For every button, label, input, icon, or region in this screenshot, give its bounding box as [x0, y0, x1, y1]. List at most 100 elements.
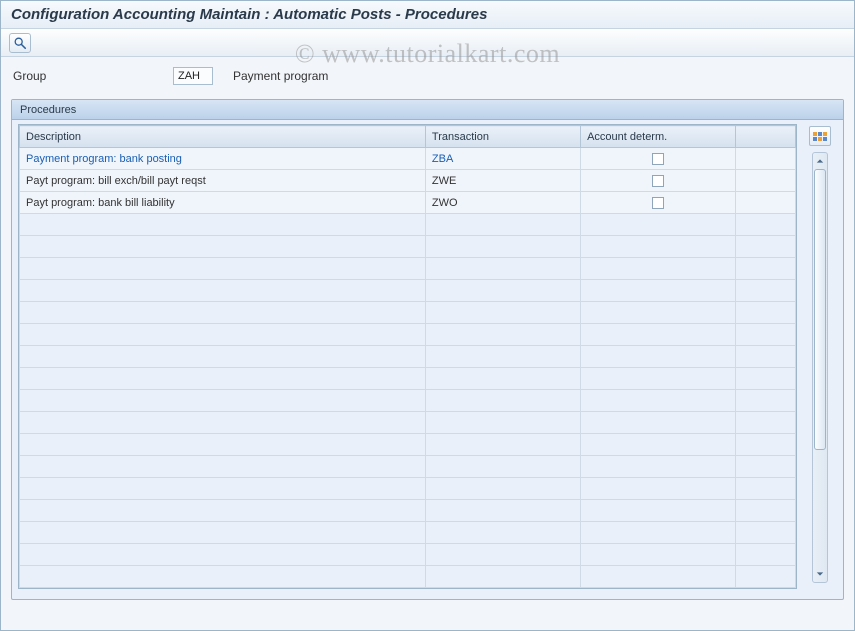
cell-empty [425, 346, 580, 368]
table-settings-button[interactable] [809, 126, 831, 146]
cell-empty [425, 214, 580, 236]
table-row[interactable] [20, 544, 796, 566]
cell-description[interactable]: Payment program: bank posting [20, 148, 426, 170]
col-blank [736, 126, 796, 148]
cell-empty [736, 390, 796, 412]
table-row[interactable] [20, 324, 796, 346]
cell-empty [736, 368, 796, 390]
cell-empty [425, 544, 580, 566]
cell-empty [581, 434, 736, 456]
cell-empty [425, 566, 580, 588]
cell-empty [736, 214, 796, 236]
cell-empty [20, 302, 426, 324]
scroll-thumb[interactable] [814, 169, 826, 450]
cell-empty [581, 390, 736, 412]
table-row[interactable] [20, 236, 796, 258]
search-button[interactable] [9, 33, 31, 53]
cell-empty [736, 478, 796, 500]
group-label: Group [13, 69, 173, 83]
table-row[interactable] [20, 434, 796, 456]
cell-transaction[interactable]: ZWE [425, 170, 580, 192]
cell-empty [20, 324, 426, 346]
procedures-panel-title: Procedures [12, 100, 843, 120]
cell-description[interactable]: Payt program: bill exch/bill payt reqst [20, 170, 426, 192]
cell-account-determ[interactable] [581, 192, 736, 214]
cell-empty [425, 236, 580, 258]
table-body: Payment program: bank postingZBAPayt pro… [20, 148, 796, 588]
cell-empty [425, 522, 580, 544]
scroll-down-button[interactable] [814, 568, 826, 580]
cell-account-determ[interactable] [581, 170, 736, 192]
cell-blank [736, 192, 796, 214]
table-row[interactable] [20, 500, 796, 522]
vertical-scrollbar[interactable] [812, 152, 828, 583]
cell-empty [736, 566, 796, 588]
cell-empty [581, 324, 736, 346]
cell-transaction[interactable]: ZBA [425, 148, 580, 170]
checkbox-icon[interactable] [652, 197, 664, 209]
chevron-up-icon [816, 157, 824, 165]
cell-empty [425, 500, 580, 522]
cell-empty [425, 258, 580, 280]
header-fields: Group ZAH Payment program [1, 57, 854, 91]
cell-empty [736, 236, 796, 258]
cell-empty [736, 258, 796, 280]
cell-empty [20, 434, 426, 456]
table-row[interactable] [20, 346, 796, 368]
cell-empty [20, 368, 426, 390]
cell-account-determ[interactable] [581, 148, 736, 170]
cell-empty [425, 302, 580, 324]
group-value-field[interactable]: ZAH [173, 67, 213, 85]
scroll-track[interactable] [813, 167, 827, 568]
col-description[interactable]: Description [20, 126, 426, 148]
cell-empty [581, 214, 736, 236]
cell-empty [581, 522, 736, 544]
cell-empty [425, 324, 580, 346]
cell-empty [20, 412, 426, 434]
cell-empty [581, 258, 736, 280]
search-icon [13, 36, 27, 50]
cell-empty [736, 324, 796, 346]
scroll-up-button[interactable] [814, 155, 826, 167]
cell-empty [20, 522, 426, 544]
table-row[interactable]: Payment program: bank postingZBA [20, 148, 796, 170]
table-row[interactable]: Payt program: bill exch/bill payt reqstZ… [20, 170, 796, 192]
table-header-row: Description Transaction Account determ. [20, 126, 796, 148]
cell-empty [20, 346, 426, 368]
app-window: Configuration Accounting Maintain : Auto… [0, 0, 855, 631]
table-side-controls [797, 124, 837, 589]
cell-empty [736, 500, 796, 522]
cell-empty [736, 302, 796, 324]
cell-empty [20, 478, 426, 500]
cell-empty [20, 390, 426, 412]
cell-transaction[interactable]: ZWO [425, 192, 580, 214]
col-account-determ[interactable]: Account determ. [581, 126, 736, 148]
cell-empty [425, 412, 580, 434]
table-row[interactable] [20, 214, 796, 236]
cell-empty [20, 236, 426, 258]
page-title: Configuration Accounting Maintain : Auto… [11, 6, 487, 23]
checkbox-icon[interactable] [652, 153, 664, 165]
cell-empty [581, 236, 736, 258]
cell-empty [581, 302, 736, 324]
table-row[interactable] [20, 302, 796, 324]
table-row[interactable] [20, 478, 796, 500]
table-row[interactable] [20, 522, 796, 544]
table-row[interactable] [20, 258, 796, 280]
cell-blank [736, 170, 796, 192]
table-row[interactable] [20, 390, 796, 412]
table-row[interactable]: Payt program: bank bill liabilityZWO [20, 192, 796, 214]
cell-empty [425, 456, 580, 478]
cell-description[interactable]: Payt program: bank bill liability [20, 192, 426, 214]
cell-empty [736, 544, 796, 566]
table-row[interactable] [20, 280, 796, 302]
col-transaction[interactable]: Transaction [425, 126, 580, 148]
table-row[interactable] [20, 456, 796, 478]
table-row[interactable] [20, 566, 796, 588]
table-row[interactable] [20, 368, 796, 390]
checkbox-icon[interactable] [652, 175, 664, 187]
cell-empty [20, 566, 426, 588]
table-row[interactable] [20, 412, 796, 434]
cell-empty [736, 346, 796, 368]
group-description: Payment program [233, 69, 328, 83]
